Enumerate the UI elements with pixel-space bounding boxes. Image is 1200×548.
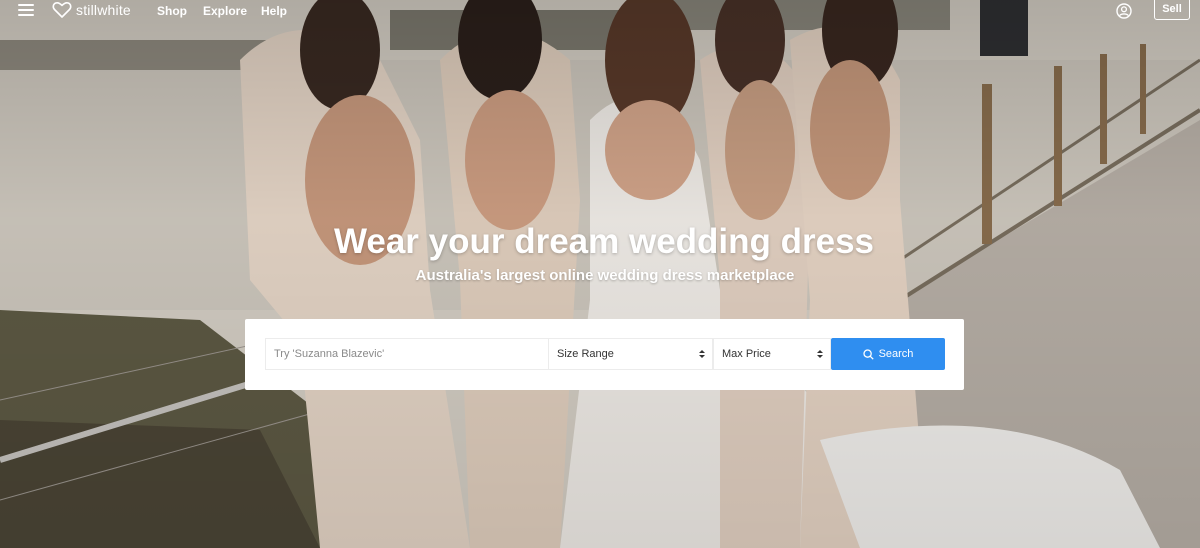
search-panel: Size Range Max Price Search (245, 319, 964, 390)
nav-link-explore[interactable]: Explore (203, 4, 247, 18)
search-button[interactable]: Search (831, 338, 945, 370)
size-range-label: Size Range (557, 348, 614, 360)
menu-icon[interactable] (18, 4, 34, 18)
hero-subheadline: Australia's largest online wedding dress… (415, 267, 795, 284)
nav-link-help[interactable]: Help (261, 4, 287, 18)
select-arrows-icon (699, 350, 705, 358)
heart-logo-icon (52, 1, 72, 18)
top-nav: stillwhite Shop Explore Help Sell (0, 0, 1200, 22)
nav-link-shop[interactable]: Shop (157, 4, 187, 18)
account-icon[interactable] (1116, 3, 1132, 19)
sell-button[interactable]: Sell (1154, 0, 1190, 20)
max-price-select[interactable]: Max Price (713, 338, 831, 370)
brand-name: stillwhite (76, 2, 131, 18)
select-arrows-icon (817, 350, 823, 358)
hero-headline: Wear your dream wedding dress (333, 222, 875, 261)
max-price-label: Max Price (722, 348, 771, 360)
search-button-label: Search (878, 348, 914, 360)
size-range-select[interactable]: Size Range (548, 338, 713, 370)
search-icon (862, 348, 874, 360)
brand-logo[interactable]: stillwhite (52, 1, 131, 19)
search-input[interactable] (265, 338, 548, 370)
